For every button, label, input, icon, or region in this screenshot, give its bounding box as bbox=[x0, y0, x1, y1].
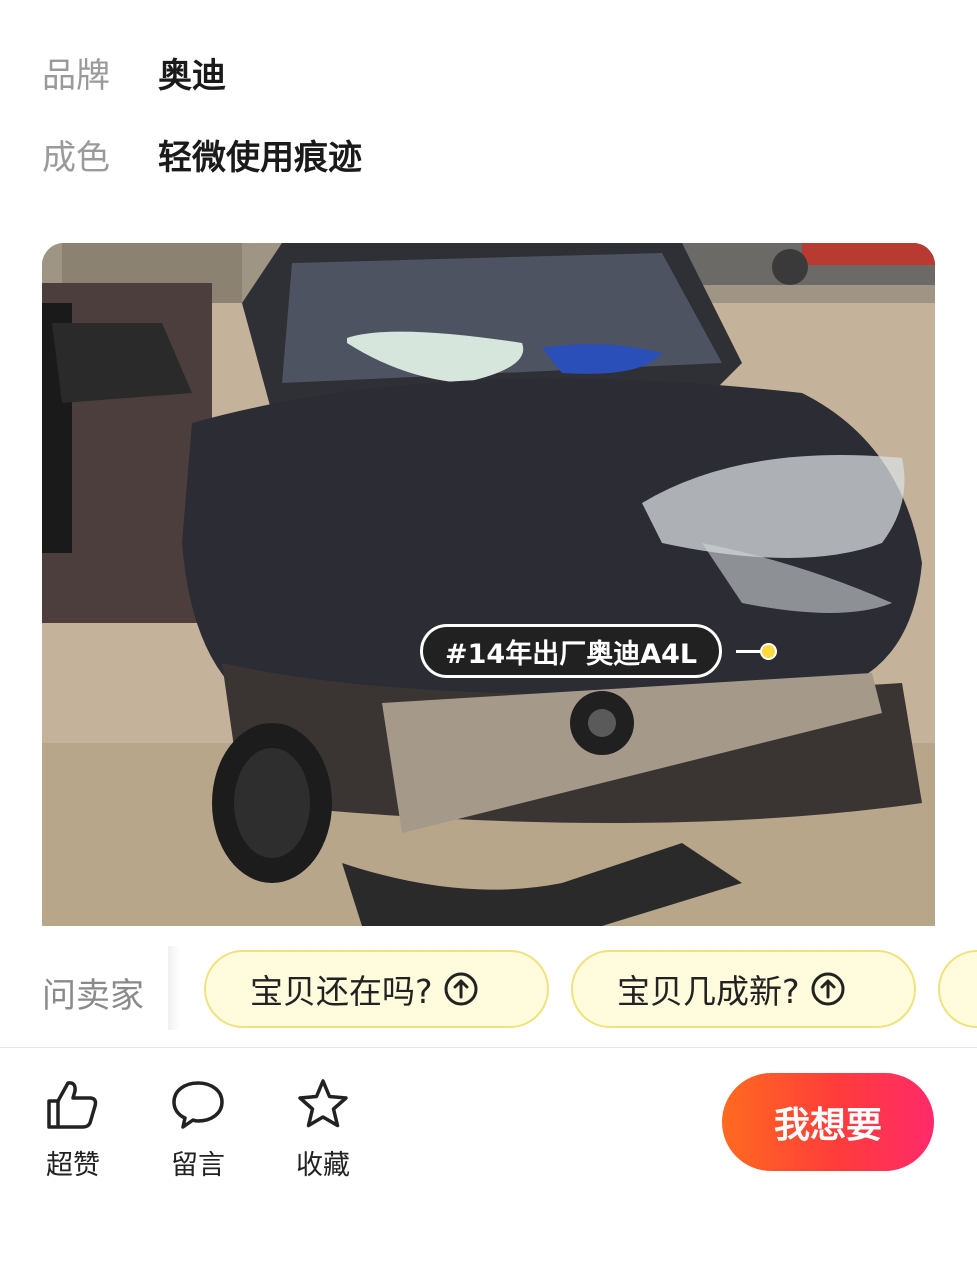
favorite-button[interactable]: 收藏 bbox=[283, 1077, 363, 1182]
question-chip-label: 宝贝还在吗? bbox=[250, 972, 433, 1011]
star-icon bbox=[298, 1079, 348, 1128]
question-chip-still-available[interactable]: 宝贝还在吗? bbox=[204, 950, 549, 1028]
condition-value: 轻微使用痕迹 bbox=[158, 137, 362, 178]
ask-seller-divider bbox=[168, 946, 180, 1030]
photo-tag-connector bbox=[736, 650, 762, 653]
ask-seller-label: 问卖家 bbox=[42, 976, 144, 1016]
photo-tag-dot[interactable] bbox=[760, 643, 777, 660]
question-chip-partial[interactable] bbox=[938, 950, 977, 1028]
want-button[interactable]: 我想要 bbox=[722, 1073, 934, 1171]
like-label: 超赞 bbox=[46, 1150, 100, 1181]
brand-value: 奥迪 bbox=[158, 55, 226, 96]
arrow-up-circle-icon bbox=[811, 972, 845, 1006]
comment-label: 留言 bbox=[171, 1150, 225, 1181]
bottom-action-bar: 超赞 留言 收藏 我想要 bbox=[0, 1049, 977, 1280]
ask-seller-bar: 问卖家 宝贝还在吗? 宝贝几成新? bbox=[0, 926, 977, 1048]
photo-tag[interactable]: #14年出厂奥迪A4L bbox=[420, 624, 723, 678]
speech-bubble-icon bbox=[172, 1081, 224, 1129]
product-photo[interactable] bbox=[42, 243, 935, 926]
favorite-label: 收藏 bbox=[296, 1150, 350, 1181]
condition-label: 成色 bbox=[42, 137, 110, 178]
comment-button[interactable]: 留言 bbox=[158, 1077, 238, 1182]
arrow-up-circle-icon bbox=[444, 972, 478, 1006]
damaged-car-image bbox=[42, 243, 935, 926]
like-button[interactable]: 超赞 bbox=[33, 1077, 113, 1182]
brand-label: 品牌 bbox=[42, 55, 110, 96]
question-chip-condition[interactable]: 宝贝几成新? bbox=[571, 950, 916, 1028]
thumbs-up-icon bbox=[47, 1081, 98, 1129]
question-chip-label: 宝贝几成新? bbox=[617, 972, 800, 1011]
brand-row: 品牌 奥迪 bbox=[42, 42, 226, 102]
condition-row: 成色 轻微使用痕迹 bbox=[42, 124, 362, 184]
